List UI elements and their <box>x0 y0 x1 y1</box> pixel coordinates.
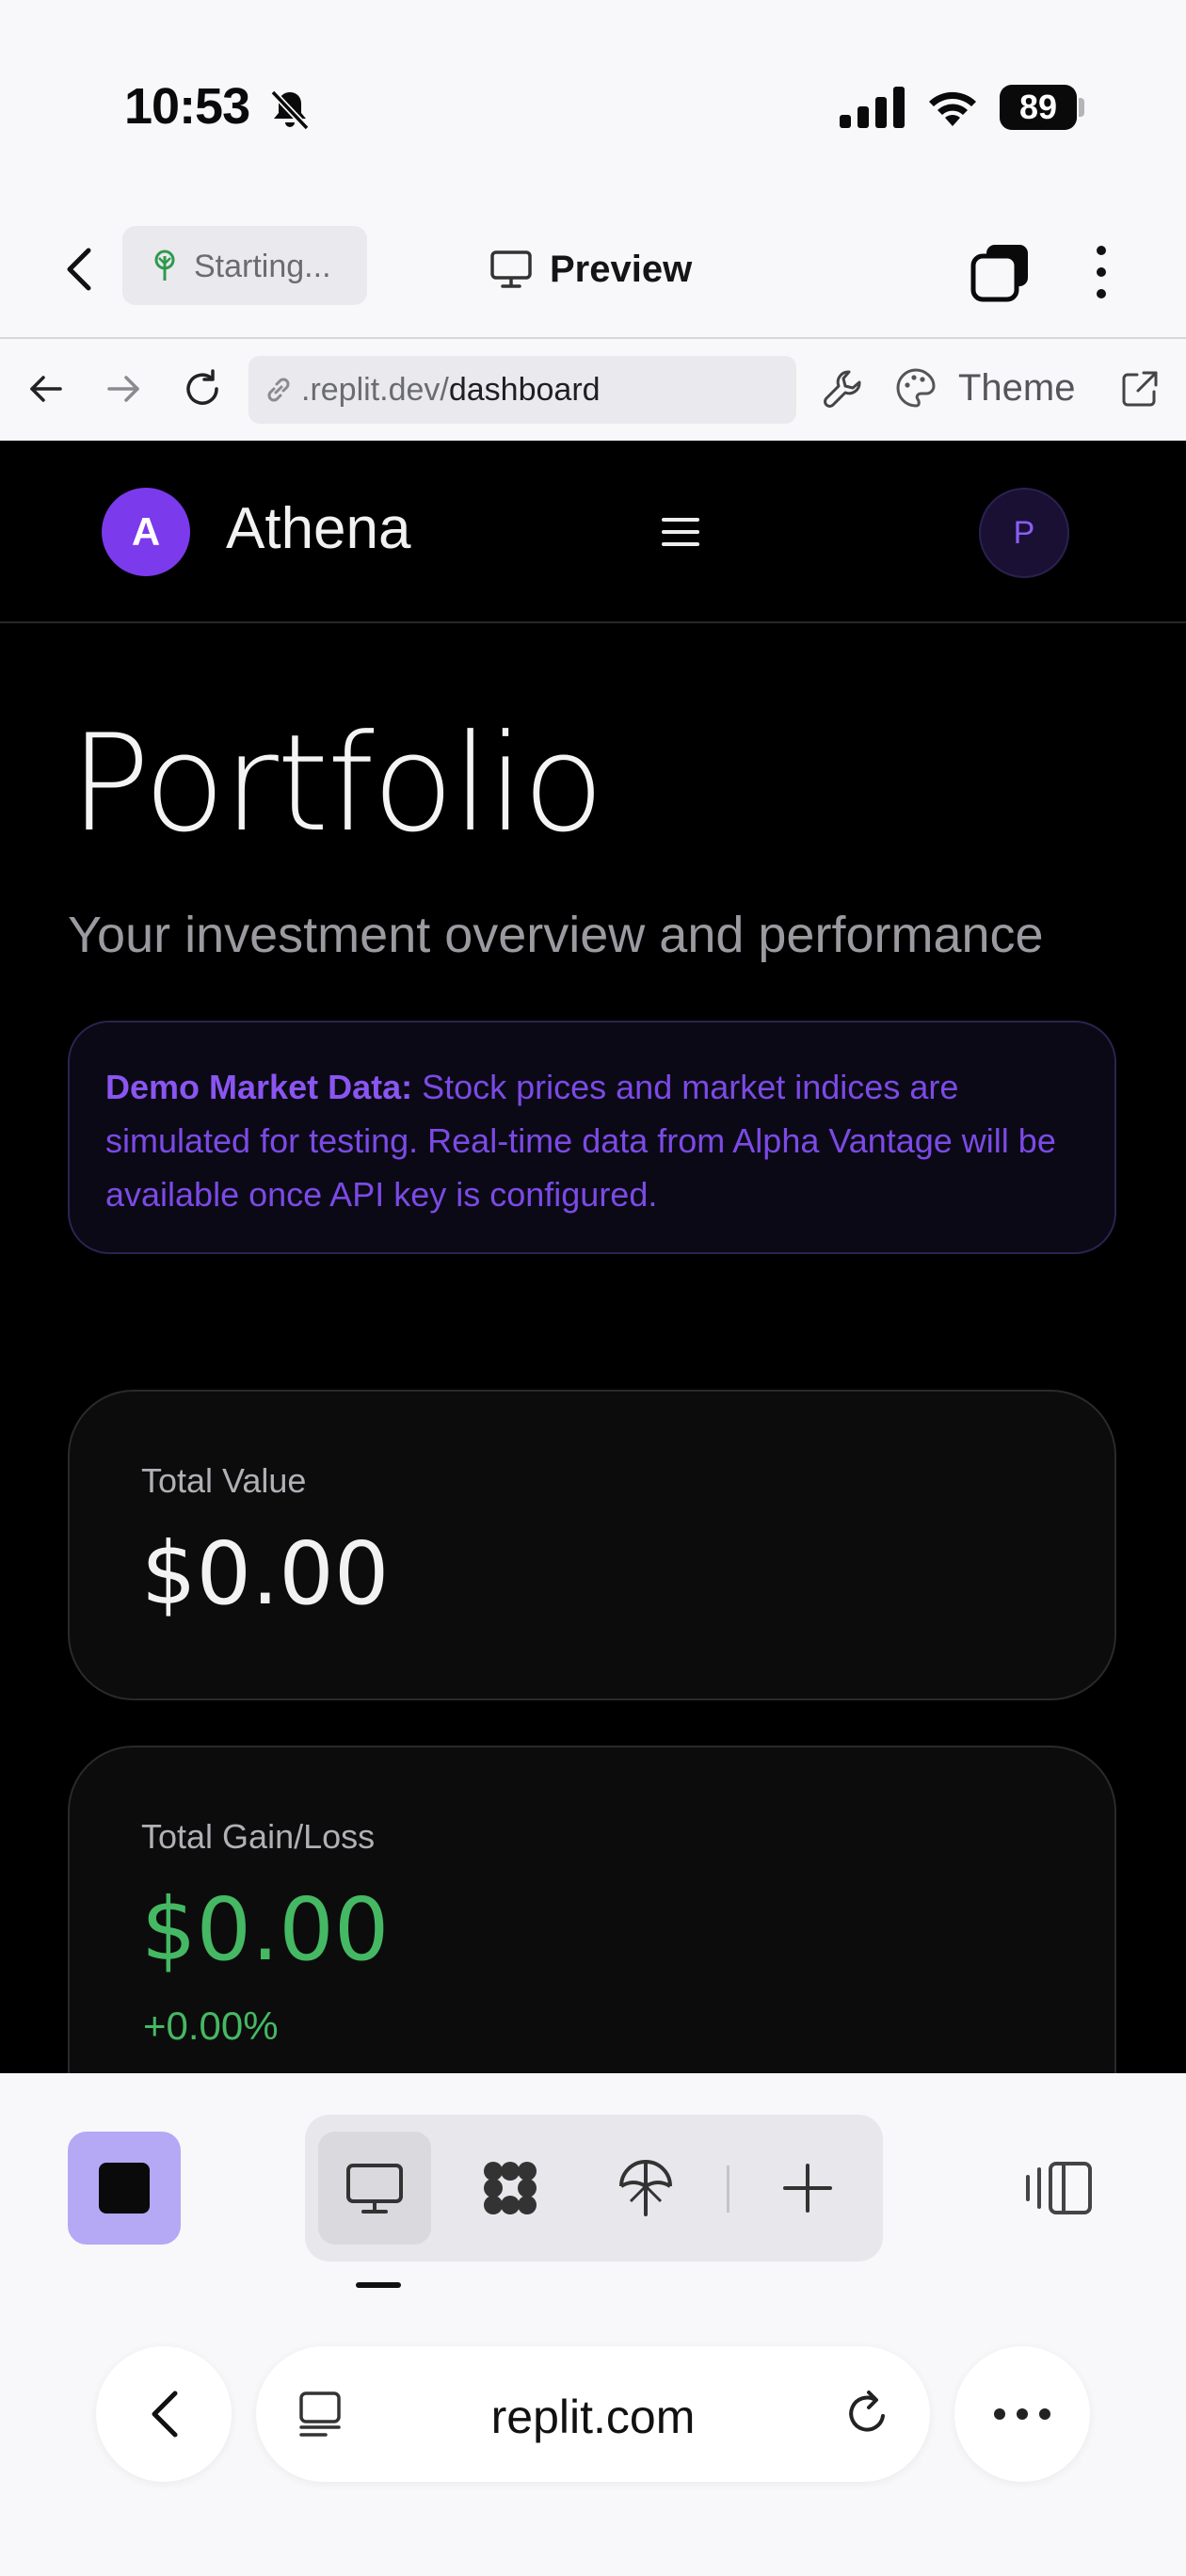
workspace-button[interactable] <box>454 2132 567 2245</box>
arrow-right-icon[interactable] <box>102 367 145 411</box>
status-time: 10:53 <box>124 78 250 135</box>
monitor-icon <box>490 250 532 288</box>
back-chevron-icon <box>152 2391 178 2438</box>
url-text: .replit.dev/dashboard <box>301 372 601 409</box>
total-gain-percent: +0.00% <box>143 2004 279 2048</box>
battery-indicator: 89 <box>1000 85 1084 130</box>
external-link-icon[interactable] <box>1118 367 1162 411</box>
brand-logo[interactable]: A <box>102 488 190 576</box>
toolbar-divider <box>727 2165 729 2213</box>
replit-header: Starting... Preview <box>0 198 1186 339</box>
reload-icon[interactable] <box>181 367 224 411</box>
theme-button[interactable]: Theme <box>894 360 1076 416</box>
battery-cap <box>1079 98 1084 117</box>
link-icon <box>267 378 290 402</box>
banner-text: Demo Market Data: Stock prices and marke… <box>105 1060 1079 1221</box>
tabs-icon[interactable] <box>970 241 1032 303</box>
url-path: dashboard <box>448 372 601 408</box>
stop-icon <box>99 2163 150 2214</box>
preview-label: Preview <box>550 248 693 290</box>
safari-back-button[interactable] <box>96 2346 232 2482</box>
page-title: Portfolio <box>70 706 604 861</box>
run-status-pill[interactable]: Starting... <box>122 226 367 305</box>
signal-icon <box>840 87 905 128</box>
tree-icon <box>154 250 175 281</box>
total-value-amount: $0.00 <box>141 1523 390 1624</box>
plus-icon <box>783 2164 832 2213</box>
wrench-icon[interactable] <box>821 367 864 411</box>
panel-toggle-icon[interactable] <box>1024 2158 1096 2218</box>
total-gain-card: Total Gain/Loss $0.00 +0.00% <box>68 1746 1116 2073</box>
url-prefix: .replit.dev/ <box>301 372 449 408</box>
workspace-icon <box>484 2162 537 2214</box>
total-gain-label: Total Gain/Loss <box>141 1817 376 1856</box>
app-viewport: A Athena P Portfolio Your investment ove… <box>0 441 1186 2073</box>
battery-level: 89 <box>1000 85 1077 130</box>
desktop-icon <box>346 2164 403 2214</box>
theme-label: Theme <box>958 366 1076 409</box>
view-switcher <box>305 2115 883 2262</box>
reload-icon[interactable] <box>843 2390 892 2439</box>
stop-button[interactable] <box>68 2132 181 2245</box>
add-tab-button[interactable] <box>751 2132 864 2245</box>
desktop-view-button[interactable] <box>318 2132 431 2245</box>
more-icon <box>994 2408 1050 2420</box>
hamburger-icon[interactable] <box>661 512 700 552</box>
palette-icon <box>896 368 936 408</box>
active-view-indicator <box>356 2282 401 2288</box>
total-gain-amount: $0.00 <box>141 1879 390 1980</box>
wifi-icon <box>929 91 976 126</box>
arrow-left-icon[interactable] <box>24 367 68 411</box>
demo-data-banner: Demo Market Data: Stock prices and marke… <box>68 1021 1116 1254</box>
webview-toolbar: .replit.dev/dashboard Theme <box>0 339 1186 441</box>
page-subtitle: Your investment overview and performance <box>68 907 1044 963</box>
preview-title[interactable]: Preview <box>489 241 692 298</box>
total-value-card: Total Value $0.00 <box>68 1390 1116 1700</box>
run-status-label: Starting... <box>194 249 331 284</box>
replit-bottom-toolbar: replit.com <box>0 2073 1186 2576</box>
status-bar: 10:53 89 <box>0 0 1186 198</box>
brand-name[interactable]: Athena <box>226 495 411 562</box>
safari-domain: replit.com <box>490 2391 696 2443</box>
user-avatar[interactable]: P <box>979 488 1069 578</box>
safari-more-button[interactable] <box>954 2346 1090 2482</box>
kebab-icon[interactable] <box>1082 241 1120 303</box>
bell-slash-icon <box>270 89 310 131</box>
total-value-label: Total Value <box>141 1461 307 1500</box>
url-field[interactable]: .replit.dev/dashboard <box>248 356 796 424</box>
safari-bar: replit.com <box>0 2327 1186 2506</box>
back-chevron-icon[interactable] <box>56 241 102 298</box>
app-navbar: A Athena P <box>0 441 1186 623</box>
safari-address-bar[interactable]: replit.com <box>256 2346 930 2482</box>
deploy-icon <box>619 2160 672 2216</box>
deploy-button[interactable] <box>589 2132 702 2245</box>
banner-heading: Demo Market Data: <box>105 1068 413 1106</box>
